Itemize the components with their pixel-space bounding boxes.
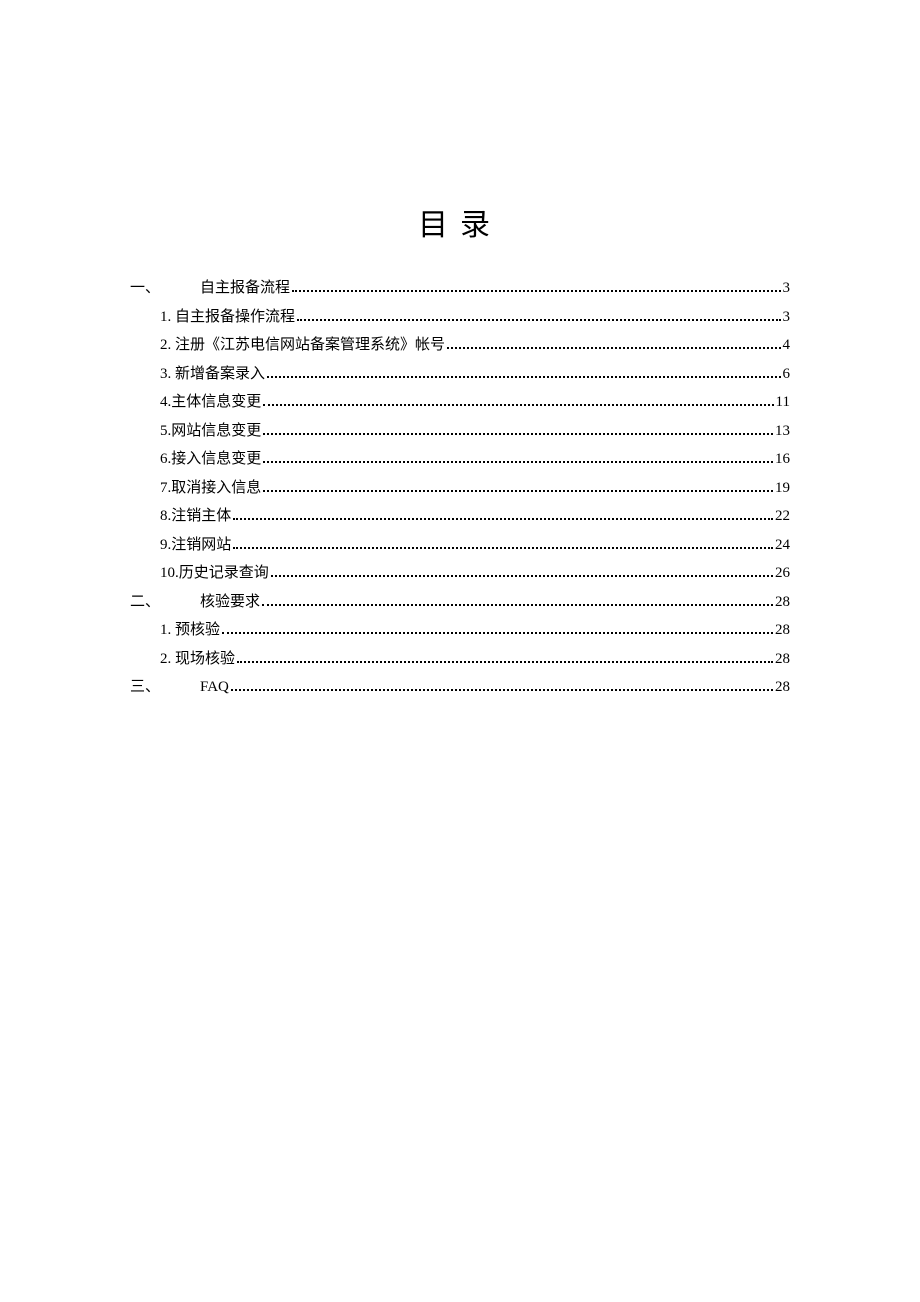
toc-leader-dots [263, 422, 773, 435]
toc-leader-dots [447, 337, 780, 350]
toc-page-number: 3 [783, 274, 791, 303]
toc-page-number: 3 [783, 303, 791, 332]
toc-entry[interactable]: 2. 注册《江苏电信网站备案管理系统》帐号 4 [130, 331, 790, 360]
toc-page-number: 28 [775, 673, 790, 702]
toc-label: 2. 现场核验 [160, 645, 235, 674]
toc-label: 9.注销网站 [160, 531, 231, 560]
toc-entry[interactable]: 1. 预核验 28 [130, 616, 790, 645]
toc-marker: 一、 [130, 274, 200, 303]
toc-label: 1. 自主报备操作流程 [160, 303, 295, 332]
toc-label: 2. 注册《江苏电信网站备案管理系统》帐号 [160, 331, 445, 360]
document-page: 目录 一、自主报备流程31. 自主报备操作流程32. 注册《江苏电信网站备案管理… [0, 0, 920, 1302]
toc-entry[interactable]: 9.注销网站 24 [130, 531, 790, 560]
toc-page-number: 24 [775, 531, 790, 560]
toc-title: 目录 [130, 200, 790, 244]
toc-page-number: 28 [775, 645, 790, 674]
toc-label: 5.网站信息变更 [160, 417, 261, 446]
table-of-contents: 一、自主报备流程31. 自主报备操作流程32. 注册《江苏电信网站备案管理系统》… [130, 274, 790, 702]
toc-page-number: 26 [775, 559, 790, 588]
toc-leader-dots [222, 622, 773, 635]
toc-page-number: 11 [776, 388, 790, 417]
toc-page-number: 13 [775, 417, 790, 446]
toc-leader-dots [292, 280, 780, 293]
toc-entry[interactable]: 一、自主报备流程 3 [130, 274, 790, 303]
toc-entry[interactable]: 2. 现场核验 28 [130, 645, 790, 674]
toc-page-number: 19 [775, 474, 790, 503]
toc-leader-dots [237, 650, 773, 663]
toc-label: 自主报备流程 [200, 274, 290, 303]
toc-label: 核验要求 [200, 588, 260, 617]
toc-marker: 二、 [130, 588, 200, 617]
toc-page-number: 6 [783, 360, 791, 389]
toc-page-number: 28 [775, 588, 790, 617]
toc-label: 8.注销主体 [160, 502, 231, 531]
toc-page-number: 4 [783, 331, 791, 360]
toc-page-number: 22 [775, 502, 790, 531]
toc-page-number: 28 [775, 616, 790, 645]
toc-label: 4.主体信息变更 [160, 388, 261, 417]
toc-label: 6.接入信息变更 [160, 445, 261, 474]
toc-entry[interactable]: 二、核验要求 28 [130, 588, 790, 617]
toc-entry[interactable]: 3. 新增备案录入 6 [130, 360, 790, 389]
toc-leader-dots [263, 394, 773, 407]
toc-leader-dots [233, 536, 773, 549]
toc-leader-dots [263, 479, 773, 492]
toc-label: 10.历史记录查询 [160, 559, 269, 588]
toc-label: FAQ [200, 673, 229, 702]
toc-label: 3. 新增备案录入 [160, 360, 265, 389]
toc-leader-dots [231, 679, 773, 692]
toc-entry[interactable]: 10.历史记录查询 26 [130, 559, 790, 588]
toc-leader-dots [297, 308, 780, 321]
toc-marker: 三、 [130, 673, 200, 702]
toc-label: 1. 预核验 [160, 616, 220, 645]
toc-entry[interactable]: 4.主体信息变更 11 [130, 388, 790, 417]
toc-entry[interactable]: 5.网站信息变更 13 [130, 417, 790, 446]
toc-entry[interactable]: 7.取消接入信息 19 [130, 474, 790, 503]
toc-entry[interactable]: 8.注销主体 22 [130, 502, 790, 531]
toc-entry[interactable]: 三、FAQ 28 [130, 673, 790, 702]
toc-entry[interactable]: 1. 自主报备操作流程 3 [130, 303, 790, 332]
toc-leader-dots [233, 508, 773, 521]
toc-label: 7.取消接入信息 [160, 474, 261, 503]
toc-page-number: 16 [775, 445, 790, 474]
toc-leader-dots [263, 451, 773, 464]
toc-leader-dots [267, 365, 780, 378]
toc-leader-dots [262, 593, 773, 606]
toc-entry[interactable]: 6.接入信息变更 16 [130, 445, 790, 474]
toc-leader-dots [271, 565, 773, 578]
